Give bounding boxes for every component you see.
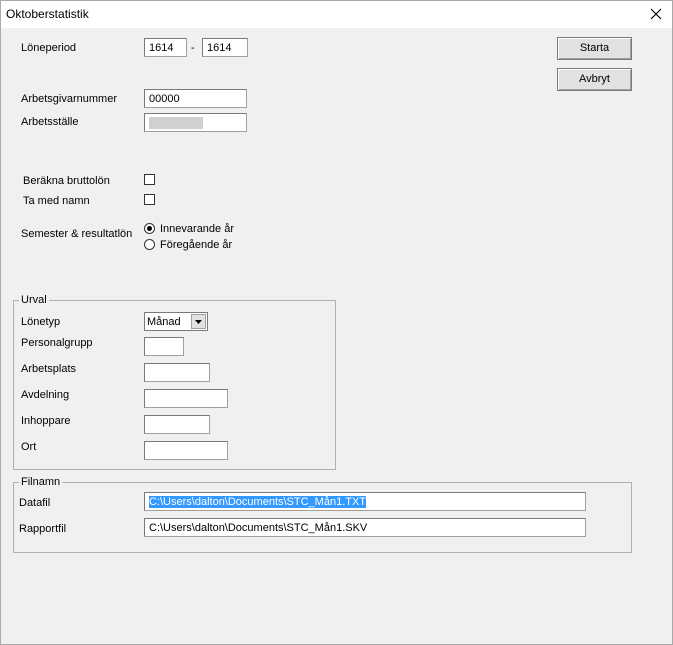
loneperiod-separator: - [191,42,195,54]
lonetyp-value: Månad [147,316,181,328]
datafil-input[interactable]: C:\Users\dalton\Documents\STC_Mån1.TXT [144,492,586,511]
loneperiod-label: Löneperiod [21,42,77,54]
radio-foregaende[interactable] [144,239,155,250]
radio-foregaende-label: Föregående år [160,239,233,251]
start-button[interactable]: Starta [557,37,632,60]
rapportfil-label: Rapportfil [19,523,67,535]
rapportfil-input[interactable]: C:\Users\dalton\Documents\STC_Mån1.SKV [144,518,586,537]
chevron-down-icon [195,320,202,324]
cancel-button[interactable]: Avbryt [557,68,632,91]
radio-innevarande-label: Innevarande år [160,223,234,235]
radio-innevarande[interactable] [144,223,155,234]
loneperiod-to-input[interactable]: 1614 [202,38,248,57]
brutto-checkbox[interactable] [144,174,155,185]
inhoppare-input[interactable] [144,415,210,434]
arbetsstalle-label: Arbetsställe [21,116,79,128]
namn-label: Ta med namn [23,195,90,207]
ort-label: Ort [21,441,37,453]
brutto-label: Beräkna bruttolön [23,175,110,187]
inhoppare-label: Inhoppare [21,415,71,427]
arbetsplats-label: Arbetsplats [21,363,77,375]
lonetyp-dropdown-button[interactable] [191,314,206,329]
namn-checkbox[interactable] [144,194,155,205]
loneperiod-from-input[interactable]: 1614 [144,38,187,57]
arbetsgivarnummer-label: Arbetsgivarnummer [21,93,117,105]
close-icon [650,8,662,20]
urval-title: Urval [19,294,49,306]
dialog-window: Oktoberstatistik Löneperiod 1614 - 1614 … [0,0,673,645]
arbetsgivarnummer-input[interactable]: 00000 [144,89,247,108]
ort-input[interactable] [144,441,228,460]
lonetyp-select[interactable]: Månad [144,312,208,331]
semester-label: Semester & resultatlön [21,228,133,240]
redacted-value [149,117,203,129]
personalgrupp-input[interactable] [144,337,184,356]
avdelning-input[interactable] [144,389,228,408]
title-bar: Oktoberstatistik [1,1,672,28]
arbetsstalle-input[interactable] [144,113,247,132]
personalgrupp-label: Personalgrupp [21,337,93,349]
window-title: Oktoberstatistik [6,7,89,21]
avdelning-label: Avdelning [21,389,70,401]
datafil-label: Datafil [19,497,51,509]
filnamn-title: Filnamn [19,476,63,488]
datafil-value: C:\Users\dalton\Documents\STC_Mån1.TXT [149,496,367,508]
arbetsplats-input[interactable] [144,363,210,382]
lonetyp-label: Lönetyp [21,316,61,328]
close-button[interactable] [642,1,672,28]
